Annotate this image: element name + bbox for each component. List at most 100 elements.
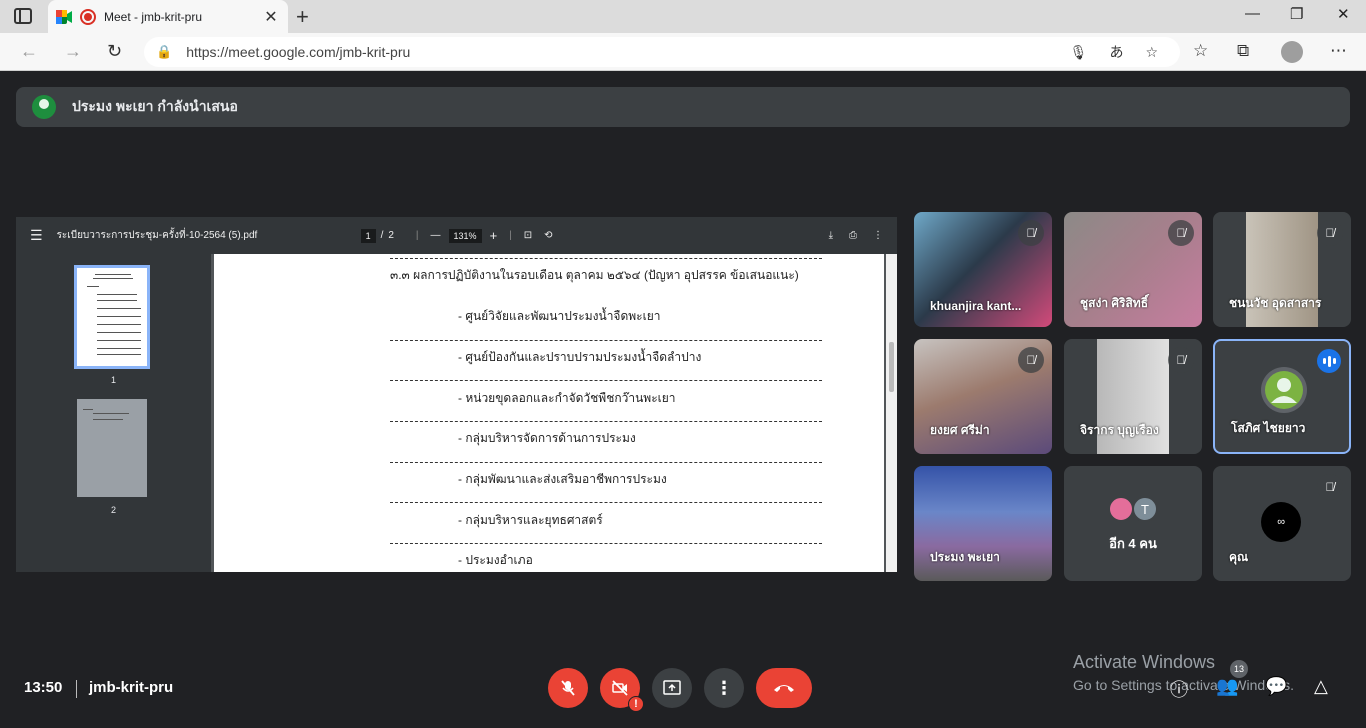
forward-arrow-icon[interactable]: →	[64, 41, 82, 62]
doc-item: - ศูนย์วิจัยและพัฒนาประมงน้ำจืดพะเยา	[458, 309, 661, 323]
rotate-icon[interactable]: ⟲	[544, 230, 552, 241]
participant-tile[interactable]: 🎙̸ ยงยศ ศรีม่า	[914, 339, 1052, 454]
maximize-button[interactable]: ❐	[1290, 5, 1303, 23]
more-vert-icon: ⋮	[715, 677, 733, 698]
mic-off-icon: 🎙̸	[1317, 474, 1343, 500]
url-field[interactable]: 🔒 https://meet.google.com/jmb-krit-pru 🎙…	[144, 37, 1180, 67]
page-total: 2	[388, 230, 394, 241]
camera-toggle-button[interactable]: !	[600, 668, 644, 712]
pdf-filename: ระเบียบวาระการประชุม-ครั้งที่-10-2564 (5…	[56, 230, 258, 241]
avatar: T	[1132, 496, 1158, 522]
self-avatar: ∞	[1261, 502, 1301, 542]
present-button[interactable]	[652, 668, 692, 708]
zoom-level[interactable]: 131%	[448, 228, 482, 243]
more-menu-icon[interactable]: ⋯	[1330, 41, 1347, 61]
participant-tile[interactable]: 🎙̸ khuanjira kant...	[914, 212, 1052, 327]
thumbnail-sidebar: 1 2	[16, 254, 211, 572]
chat-icon[interactable]: 💬	[1265, 676, 1287, 697]
people-count-badge: 13	[1230, 660, 1248, 678]
pdf-more-icon[interactable]: ⋮	[873, 230, 883, 241]
mic-off-icon: 🎙̸	[1018, 347, 1044, 373]
download-icon[interactable]: ⤓	[829, 230, 833, 241]
add-favorite-icon[interactable]: ☆	[1145, 44, 1158, 61]
camera-alert-badge: !	[628, 696, 644, 712]
participant-tile[interactable]: ประมง พะเยา	[914, 466, 1052, 581]
participant-name: จิรากร บุญเรือง	[1080, 423, 1159, 437]
meeting-details-icon[interactable]: ⓘ	[1170, 676, 1188, 702]
more-options-button[interactable]: ⋮	[704, 668, 744, 708]
people-icon[interactable]: 👥	[1216, 676, 1238, 697]
doc-item: - กลุ่มพัฒนาและส่งเสริมอาชีพการประมง	[458, 472, 667, 486]
browser-tab-bar: Meet - jmb-krit-pru ✕ + — ❐ ✕	[0, 0, 1366, 33]
favorites-icon[interactable]: ☆	[1193, 41, 1208, 61]
camera-off-icon	[612, 680, 628, 696]
participant-tile[interactable]: 🎙̸ ชนนวัช อุดสาสาร	[1213, 212, 1351, 327]
doc-item: - หน่วยขุดลอกและกำจัดวัชพืชกว๊านพะเยา	[458, 391, 676, 405]
thumbnail-number-2: 2	[110, 505, 116, 515]
participant-name: ชูสง่า ศิริสิทธิ์	[1080, 296, 1149, 310]
meet-logo-icon	[56, 9, 72, 24]
mic-off-icon: 🎙̸	[1168, 220, 1194, 246]
doc-item: - กลุ่มบริหารจัดการด้านการประมง	[458, 431, 636, 445]
menu-icon[interactable]: ☰	[30, 227, 43, 244]
participant-tile-speaking[interactable]: โสภิศ ไชยยาว	[1213, 339, 1351, 454]
new-tab-button[interactable]: +	[296, 4, 309, 30]
shared-screen-pdf: ☰ ระเบียบวาระการประชุม-ครั้งที่-10-2564 …	[16, 217, 897, 572]
tab-title: Meet - jmb-krit-pru	[104, 9, 203, 24]
present-screen-icon	[663, 680, 681, 695]
leave-call-button[interactable]	[756, 668, 812, 708]
meeting-time: 13:50	[24, 679, 63, 696]
page-number-input[interactable]: 1	[360, 228, 376, 243]
print-icon[interactable]: ⎙	[849, 230, 857, 241]
divider	[76, 680, 77, 698]
participant-tile[interactable]: 🎙̸ ชูสง่า ศิริสิทธิ์	[1064, 212, 1202, 327]
watermark-line-1: Activate Windows	[1073, 652, 1216, 672]
thumbnail-page-2[interactable]	[77, 399, 147, 497]
presenting-text: ประมง พะเยา กำลังนำเสนอ	[72, 98, 238, 114]
participant-tile-overflow[interactable]: T อีก 4 คน	[1064, 466, 1202, 581]
participant-name: ชนนวัช อุดสาสาร	[1229, 296, 1322, 310]
doc-item: - ศูนย์ป้องกันและปราบปรามประมงน้ำจืดลำปา…	[458, 350, 702, 364]
avatar	[1108, 496, 1134, 522]
browser-tab[interactable]: Meet - jmb-krit-pru ✕	[48, 0, 288, 33]
pdf-toolbar: ☰ ระเบียบวาระการประชุม-ครั้งที่-10-2564 …	[16, 217, 897, 254]
participant-name: ยงยศ ศรีม่า	[930, 423, 990, 437]
end-call-icon	[774, 685, 794, 692]
speaking-indicator-icon	[1317, 349, 1341, 373]
collections-icon[interactable]: ⧉	[1237, 41, 1249, 61]
doc-heading: ๓.๓ ผลการปฏิบัติงานในรอบเดือน ตุลาคม ๒๕๖…	[390, 268, 799, 282]
tab-actions-icon[interactable]	[14, 8, 32, 24]
tab-close-icon[interactable]: ✕	[262, 7, 280, 27]
participant-name: คุณ	[1229, 550, 1249, 564]
fit-page-icon[interactable]: ⊡	[524, 230, 532, 241]
participant-name: โสภิศ ไชยยาว	[1231, 421, 1306, 435]
activities-icon[interactable]: △	[1314, 676, 1328, 697]
participant-tile[interactable]: 🎙̸ จิรากร บุญเรือง	[1064, 339, 1202, 454]
self-tile[interactable]: 🎙̸ ∞ คุณ	[1213, 466, 1351, 581]
presenting-banner: ประมง พะเยา กำลังนำเสนอ	[16, 87, 1350, 127]
thumbnail-number-1: 1	[110, 375, 116, 385]
address-bar-row: ← → ↻ 🔒 https://meet.google.com/jmb-krit…	[0, 33, 1366, 71]
zoom-in-icon[interactable]: +	[490, 228, 498, 243]
profile-avatar[interactable]	[1281, 41, 1303, 63]
pdf-scrollbar[interactable]	[886, 254, 897, 572]
doc-item: - กลุ่มบริหารและยุทธศาสตร์	[458, 513, 603, 527]
zoom-out-icon[interactable]: —	[431, 230, 441, 241]
doc-item: - ประมงอำเภอ	[458, 553, 533, 567]
pdf-page-content: ๓.๓ ผลการปฏิบัติงานในรอบเดือน ตุลาคม ๒๕๖…	[214, 254, 884, 572]
minimize-button[interactable]: —	[1245, 5, 1260, 22]
mic-off-icon: 🎙̸	[1018, 220, 1044, 246]
refresh-icon[interactable]: ↻	[107, 41, 122, 62]
microphone-icon[interactable]: 🎙	[1070, 44, 1088, 61]
translate-icon[interactable]: あ	[1109, 42, 1123, 62]
mic-off-icon: 🎙̸	[1317, 220, 1343, 246]
avatar-icon	[1261, 367, 1307, 413]
url-text: https://meet.google.com/jmb-krit-pru	[186, 44, 411, 60]
back-arrow-icon[interactable]: ←	[20, 41, 38, 62]
presenter-avatar-icon	[32, 95, 56, 119]
thumbnail-page-1[interactable]	[74, 265, 150, 369]
close-window-button[interactable]: ✕	[1337, 5, 1350, 23]
overflow-label: อีก 4 คน	[1109, 536, 1157, 551]
mic-toggle-button[interactable]	[548, 668, 588, 708]
participant-name: ประมง พะเยา	[930, 550, 1000, 564]
